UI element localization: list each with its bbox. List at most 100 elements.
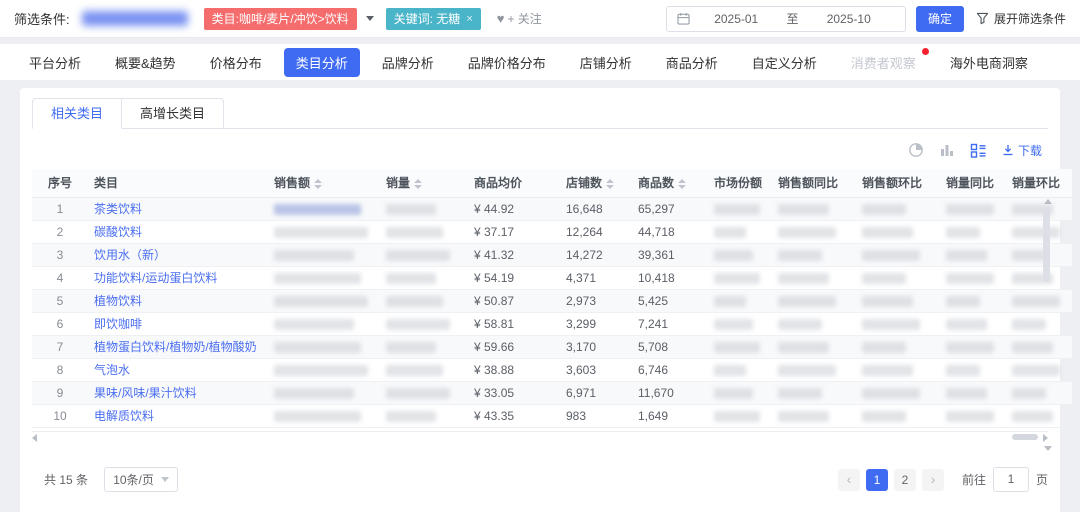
cell-sales	[268, 335, 380, 358]
sort-asc-icon[interactable]	[414, 179, 422, 183]
category-link[interactable]: 植物蛋白饮料/植物奶/植物酸奶	[94, 340, 257, 354]
sort-desc-icon[interactable]	[678, 185, 686, 189]
cell-avg_price: ¥ 44.92	[468, 197, 560, 220]
page-size-select[interactable]: 10条/页	[104, 467, 178, 492]
download-button[interactable]: 下载	[1002, 142, 1042, 159]
table-row: 3饮用水（新）¥ 41.3214,27239,361	[32, 243, 1072, 266]
close-icon[interactable]: ×	[466, 8, 472, 30]
follow-button[interactable]: ♥ + 关注	[497, 10, 542, 27]
cell-volume_yoy	[940, 381, 1006, 404]
date-start-value[interactable]: 2025-01	[690, 12, 783, 26]
nav-tab-9[interactable]: 自定义分析	[740, 48, 829, 77]
redacted-value	[386, 365, 443, 376]
horizontal-scroll-thumb[interactable]	[1012, 434, 1038, 440]
chevron-down-icon	[161, 477, 169, 482]
sub-tab-2[interactable]: 高增长类目	[122, 98, 224, 129]
sort-asc-icon[interactable]	[314, 179, 322, 183]
cell-category: 茶类饮料	[88, 197, 268, 220]
column-header-sales[interactable]: 销售额	[268, 169, 380, 197]
table-view-icon[interactable]	[970, 142, 987, 159]
redacted-value	[778, 342, 829, 353]
category-link[interactable]: 茶类饮料	[94, 202, 142, 216]
category-link[interactable]: 电解质饮料	[94, 409, 154, 423]
cell-sales_mom	[856, 335, 940, 358]
sort-icon[interactable]	[314, 179, 322, 189]
goto-page-input[interactable]: 1	[993, 467, 1029, 492]
nav-tab-7[interactable]: 店铺分析	[568, 48, 644, 77]
cell-volume	[380, 312, 468, 335]
cell-avg_price: ¥ 59.66	[468, 335, 560, 358]
vertical-scrollbar[interactable]	[1042, 199, 1052, 451]
redacted-value	[386, 319, 450, 330]
column-header-items[interactable]: 商品数	[632, 169, 708, 197]
column-header-shops[interactable]: 店铺数	[560, 169, 632, 197]
cell-volume_mom	[1006, 197, 1072, 220]
next-page-button[interactable]: ›	[922, 469, 944, 491]
nav-tab-6[interactable]: 品牌价格分布	[456, 48, 558, 77]
sort-icon[interactable]	[678, 179, 686, 189]
nav-tab-1[interactable]: 平台分析	[17, 48, 93, 77]
nav-tab-5[interactable]: 品牌分析	[370, 48, 446, 77]
cell-items: 10,418	[632, 266, 708, 289]
cell-volume	[380, 335, 468, 358]
keyword-filter-tag[interactable]: 关键词: 无糖 ×	[386, 8, 481, 30]
cell-shops: 2,973	[560, 289, 632, 312]
chevron-down-icon[interactable]	[366, 16, 374, 25]
column-header-category: 类目	[88, 169, 268, 197]
sort-desc-icon[interactable]	[314, 185, 322, 189]
confirm-button[interactable]: 确定	[916, 6, 964, 32]
redacted-value	[946, 342, 994, 353]
scroll-left-arrow-icon[interactable]	[32, 434, 37, 442]
cell-volume_yoy	[940, 289, 1006, 312]
expand-filters-label: 展开筛选条件	[994, 10, 1066, 27]
category-table-wrap: 序号类目销售额销量商品均价店铺数商品数市场份额销售额同比销售额环比销量同比销量环…	[32, 169, 1048, 428]
nav-tab-11[interactable]: 海外电商洞察	[938, 48, 1040, 77]
expand-filters-button[interactable]: 展开筛选条件	[976, 10, 1066, 27]
vertical-scroll-thumb[interactable]	[1043, 208, 1050, 282]
scroll-up-arrow-icon[interactable]	[1044, 199, 1052, 204]
prev-page-button[interactable]: ‹	[838, 469, 860, 491]
sort-icon[interactable]	[414, 179, 422, 189]
category-link[interactable]: 碳酸饮料	[94, 225, 142, 239]
category-link[interactable]: 即饮咖啡	[94, 317, 142, 331]
horizontal-scrollbar[interactable]	[32, 431, 1048, 441]
nav-tab-2[interactable]: 概要&趋势	[103, 48, 188, 77]
cell-avg_price: ¥ 58.81	[468, 312, 560, 335]
notification-dot-icon	[922, 48, 929, 55]
category-link[interactable]: 气泡水	[94, 363, 130, 377]
table-row: 1茶类饮料¥ 44.9216,64865,297	[32, 197, 1072, 220]
redacted-value	[386, 342, 436, 353]
nav-tab-8[interactable]: 商品分析	[654, 48, 730, 77]
date-range-picker[interactable]: 2025-01 至 2025-10	[666, 6, 906, 32]
bar-chart-icon[interactable]	[939, 142, 955, 158]
nav-tab-3[interactable]: 价格分布	[198, 48, 274, 77]
category-link[interactable]: 饮用水（新）	[94, 248, 166, 262]
sort-icon[interactable]	[606, 179, 614, 189]
date-end-value[interactable]: 2025-10	[802, 12, 895, 26]
sort-asc-icon[interactable]	[606, 179, 614, 183]
nav-tab-4[interactable]: 类目分析	[284, 48, 360, 77]
page-button-1[interactable]: 1	[866, 469, 888, 491]
sort-asc-icon[interactable]	[678, 179, 686, 183]
sort-desc-icon[interactable]	[606, 185, 614, 189]
category-link[interactable]: 功能饮料/运动蛋白饮料	[94, 271, 217, 285]
page-button-2[interactable]: 2	[894, 469, 916, 491]
nav-tab-10[interactable]: 消费者观察	[839, 48, 928, 77]
redacted-value	[274, 319, 354, 330]
redacted-value	[862, 296, 913, 307]
category-link[interactable]: 果味/风味/果汁饮料	[94, 386, 197, 400]
pie-chart-icon[interactable]	[908, 142, 924, 158]
cell-shops: 6,971	[560, 381, 632, 404]
cell-sales_yoy	[772, 220, 856, 243]
scroll-down-arrow-icon[interactable]	[1044, 446, 1052, 451]
table-row: 7植物蛋白饮料/植物奶/植物酸奶¥ 59.663,1705,708	[32, 335, 1072, 358]
category-link[interactable]: 植物饮料	[94, 294, 142, 308]
sort-desc-icon[interactable]	[414, 185, 422, 189]
scroll-right-arrow-icon[interactable]	[1043, 434, 1048, 442]
cell-sales	[268, 381, 380, 404]
category-filter-tag[interactable]: 类目:咖啡/麦片/冲饮>饮料	[204, 8, 357, 30]
cell-no: 2	[32, 220, 88, 243]
column-header-volume[interactable]: 销量	[380, 169, 468, 197]
redacted-value	[1012, 365, 1060, 376]
sub-tab-1[interactable]: 相关类目	[32, 98, 122, 129]
